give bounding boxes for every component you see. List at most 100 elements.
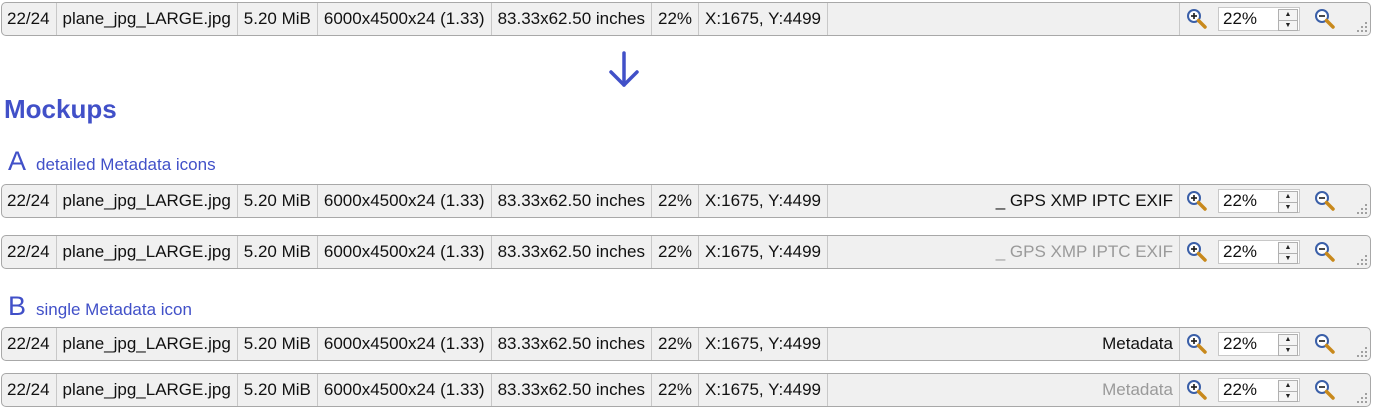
- status-bar: 22/24 plane_jpg_LARGE.jpg 5.20 MiB 6000x…: [1, 2, 1371, 36]
- metadata-area: Metadata: [828, 374, 1180, 406]
- spin-up-icon[interactable]: ▲: [1279, 243, 1297, 254]
- zoom-controls: 22% ▲ ▼: [1180, 185, 1370, 217]
- zoom-input[interactable]: 22% ▲ ▼: [1218, 7, 1300, 31]
- print-size: 83.33x62.50 inches: [492, 328, 653, 360]
- zoom-in-button[interactable]: [1180, 8, 1214, 30]
- file-name: plane_jpg_LARGE.jpg: [57, 236, 238, 268]
- metadata-indicator[interactable]: Metadata: [1102, 380, 1173, 400]
- image-dimensions: 6000x4500x24 (1.33): [318, 185, 492, 217]
- image-dimensions: 6000x4500x24 (1.33): [318, 3, 492, 35]
- zoom-in-button[interactable]: [1180, 379, 1214, 401]
- metadata-area: Metadata: [828, 328, 1180, 360]
- status-bar: 22/24 plane_jpg_LARGE.jpg 5.20 MiB 6000x…: [1, 327, 1371, 361]
- image-dimensions: 6000x4500x24 (1.33): [318, 328, 492, 360]
- print-size: 83.33x62.50 inches: [492, 3, 653, 35]
- print-size: 83.33x62.50 inches: [492, 374, 653, 406]
- cursor-position: X:1675, Y:4499: [699, 374, 829, 406]
- resize-grip[interactable]: [1350, 328, 1370, 360]
- spin-down-icon[interactable]: ▼: [1279, 21, 1297, 31]
- zoom-in-button[interactable]: [1180, 241, 1214, 263]
- section-b-heading: B single Metadata icon: [8, 291, 192, 322]
- zoom-spinner[interactable]: ▲ ▼: [1278, 334, 1298, 356]
- page-title: Mockups: [4, 94, 117, 124]
- file-size: 5.20 MiB: [238, 328, 318, 360]
- zoom-input[interactable]: 22% ▲ ▼: [1218, 332, 1300, 356]
- status-bar: 22/24 plane_jpg_LARGE.jpg 5.20 MiB 6000x…: [1, 235, 1371, 269]
- resize-grip-icon: [1357, 347, 1367, 357]
- print-size: 83.33x62.50 inches: [492, 236, 653, 268]
- zoom-out-icon: [1315, 334, 1335, 354]
- cursor-position: X:1675, Y:4499: [699, 185, 829, 217]
- cursor-position: X:1675, Y:4499: [699, 236, 829, 268]
- resize-grip[interactable]: [1350, 185, 1370, 217]
- zoom-input-value: 22%: [1223, 191, 1258, 210]
- zoom-in-button[interactable]: [1180, 333, 1214, 355]
- cursor-position: X:1675, Y:4499: [699, 328, 829, 360]
- metadata-area: _ GPS XMP IPTC EXIF: [828, 185, 1180, 217]
- zoom-percent: 22%: [652, 374, 700, 406]
- section-b-letter: B: [8, 291, 27, 321]
- zoom-out-icon: [1315, 9, 1335, 29]
- resize-grip-icon: [1357, 22, 1367, 32]
- zoom-out-button[interactable]: [1300, 379, 1350, 401]
- cursor-position: X:1675, Y:4499: [699, 3, 829, 35]
- zoom-spinner[interactable]: ▲ ▼: [1278, 380, 1298, 402]
- zoom-out-button[interactable]: [1300, 333, 1350, 355]
- file-name: plane_jpg_LARGE.jpg: [57, 374, 238, 406]
- resize-grip[interactable]: [1350, 374, 1370, 406]
- metadata-area: _ GPS XMP IPTC EXIF: [828, 236, 1180, 268]
- zoom-in-icon: [1187, 334, 1207, 354]
- spin-down-icon[interactable]: ▼: [1279, 254, 1297, 264]
- zoom-spinner[interactable]: ▲ ▼: [1278, 242, 1298, 264]
- spin-down-icon[interactable]: ▼: [1279, 346, 1297, 356]
- spin-down-icon[interactable]: ▼: [1279, 392, 1297, 402]
- zoom-controls: 22% ▲ ▼: [1180, 3, 1370, 35]
- metadata-indicator[interactable]: _ GPS XMP IPTC EXIF: [996, 242, 1173, 262]
- status-bar: 22/24 plane_jpg_LARGE.jpg 5.20 MiB 6000x…: [1, 184, 1371, 218]
- image-index: 22/24: [2, 374, 57, 406]
- zoom-controls: 22% ▲ ▼: [1180, 374, 1370, 406]
- zoom-in-icon: [1187, 191, 1207, 211]
- section-a-letter: A: [8, 146, 27, 176]
- resize-grip-icon: [1357, 255, 1367, 265]
- zoom-percent: 22%: [652, 3, 700, 35]
- file-name: plane_jpg_LARGE.jpg: [57, 3, 238, 35]
- file-size: 5.20 MiB: [238, 374, 318, 406]
- zoom-controls: 22% ▲ ▼: [1180, 328, 1370, 360]
- spin-up-icon[interactable]: ▲: [1279, 192, 1297, 203]
- resize-grip[interactable]: [1350, 236, 1370, 268]
- image-dimensions: 6000x4500x24 (1.33): [318, 236, 492, 268]
- zoom-in-icon: [1187, 380, 1207, 400]
- spin-up-icon[interactable]: ▲: [1279, 381, 1297, 392]
- zoom-spinner[interactable]: ▲ ▼: [1278, 191, 1298, 213]
- zoom-out-button[interactable]: [1300, 8, 1350, 30]
- image-index: 22/24: [2, 236, 57, 268]
- resize-grip-icon: [1357, 393, 1367, 403]
- image-dimensions: 6000x4500x24 (1.33): [318, 374, 492, 406]
- zoom-out-button[interactable]: [1300, 241, 1350, 263]
- file-size: 5.20 MiB: [238, 236, 318, 268]
- zoom-in-button[interactable]: [1180, 190, 1214, 212]
- zoom-spinner[interactable]: ▲ ▼: [1278, 9, 1298, 31]
- zoom-out-button[interactable]: [1300, 190, 1350, 212]
- metadata-indicator[interactable]: Metadata: [1102, 334, 1173, 354]
- metadata-indicator[interactable]: _ GPS XMP IPTC EXIF: [996, 191, 1173, 211]
- section-a-heading: A detailed Metadata icons: [8, 146, 216, 177]
- status-bar: 22/24 plane_jpg_LARGE.jpg 5.20 MiB 6000x…: [1, 373, 1371, 407]
- zoom-out-icon: [1315, 191, 1335, 211]
- zoom-input[interactable]: 22% ▲ ▼: [1218, 378, 1300, 402]
- zoom-input[interactable]: 22% ▲ ▼: [1218, 240, 1300, 264]
- zoom-out-icon: [1315, 380, 1335, 400]
- metadata-area: [828, 3, 1180, 35]
- resize-grip[interactable]: [1350, 3, 1370, 35]
- file-size: 5.20 MiB: [238, 3, 318, 35]
- spin-down-icon[interactable]: ▼: [1279, 203, 1297, 213]
- spin-up-icon[interactable]: ▲: [1279, 335, 1297, 346]
- zoom-input-value: 22%: [1223, 380, 1258, 399]
- zoom-input[interactable]: 22% ▲ ▼: [1218, 189, 1300, 213]
- zoom-percent: 22%: [652, 185, 700, 217]
- spin-up-icon[interactable]: ▲: [1279, 10, 1297, 21]
- file-size: 5.20 MiB: [238, 185, 318, 217]
- file-name: plane_jpg_LARGE.jpg: [57, 185, 238, 217]
- zoom-input-value: 22%: [1223, 334, 1258, 353]
